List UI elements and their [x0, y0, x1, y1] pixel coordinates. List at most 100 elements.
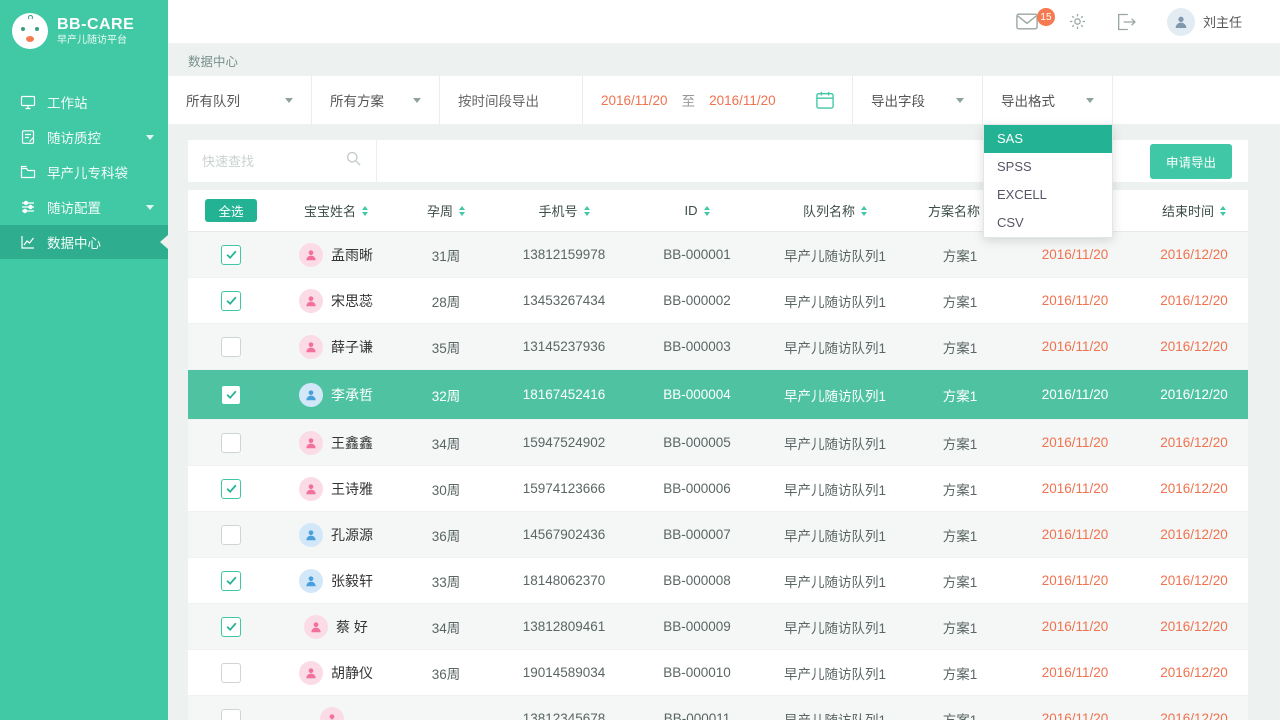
record-id: BB-000006 — [634, 481, 760, 496]
queue-select-value: 所有队列 — [186, 90, 240, 110]
row-checkbox[interactable] — [221, 337, 241, 357]
format-option-csv[interactable]: CSV — [984, 209, 1112, 237]
row-checkbox[interactable] — [221, 709, 241, 720]
row-checkbox[interactable] — [221, 479, 241, 499]
queue-name: 早产儿随访队列1 — [760, 291, 910, 311]
select-all-button[interactable]: 全选 — [205, 199, 257, 222]
phone-number: 13812345678 — [494, 711, 634, 720]
sidebar-item-label: 数据中心 — [47, 232, 101, 252]
start-date-cell: 2016/11/20 — [1010, 665, 1140, 680]
calendar-icon[interactable] — [816, 91, 834, 109]
end-date-cell: 2016/12/20 — [1140, 573, 1248, 588]
plan-name: 方案1 — [910, 525, 1010, 545]
record-id: BB-000004 — [634, 387, 760, 402]
record-id: BB-000009 — [634, 619, 760, 634]
row-checkbox[interactable] — [221, 385, 241, 405]
row-checkbox[interactable] — [221, 245, 241, 265]
column-header-baby-name[interactable]: 宝宝姓名 — [274, 201, 398, 220]
start-date-cell: 2016/11/20 — [1010, 247, 1140, 262]
end-date-cell: 2016/12/20 — [1140, 665, 1248, 680]
table-body: 孟雨晰 31周 13812159978 BB-000001 早产儿随访队列1 方… — [188, 232, 1248, 720]
sidebar-item-followup-config[interactable]: 随访配置 — [0, 190, 168, 224]
table-row[interactable]: 孔源源 36周 14567902436 BB-000007 早产儿随访队列1 方… — [188, 512, 1248, 558]
table-row[interactable]: 薛子谦 35周 13145237936 BB-000003 早产儿随访队列1 方… — [188, 324, 1248, 370]
column-header-queue[interactable]: 队列名称 — [760, 201, 910, 220]
sort-icon[interactable] — [1220, 206, 1226, 216]
column-header-phone[interactable]: 手机号 — [494, 201, 634, 220]
sort-icon[interactable] — [704, 206, 710, 216]
export-format-select[interactable]: 导出格式 — [983, 76, 1113, 124]
column-header-id[interactable]: ID — [634, 203, 760, 218]
sidebar-item-specialist-bag[interactable]: 早产儿专科袋 — [0, 155, 168, 189]
row-checkbox[interactable] — [221, 617, 241, 637]
mail-icon[interactable]: 15 — [1016, 13, 1038, 30]
table-row[interactable]: 张毅轩 33周 18148062370 BB-000008 早产儿随访队列1 方… — [188, 558, 1248, 604]
sort-icon[interactable] — [459, 206, 465, 216]
sort-icon[interactable] — [584, 206, 590, 216]
phone-number: 18167452416 — [494, 387, 634, 402]
mail-badge: 15 — [1037, 8, 1055, 26]
table-row[interactable]: 宋思蕊 28周 13453267434 BB-000002 早产儿随访队列1 方… — [188, 278, 1248, 324]
format-option-spss[interactable]: SPSS — [984, 153, 1112, 181]
format-option-sas[interactable]: SAS — [984, 125, 1112, 153]
apply-export-button[interactable]: 申请导出 — [1150, 144, 1232, 179]
gestation-weeks: 30周 — [398, 479, 494, 499]
column-header-gestation[interactable]: 孕周 — [398, 201, 494, 220]
phone-number: 13812159978 — [494, 247, 634, 262]
chevron-down-icon — [146, 205, 154, 210]
sidebar-item-workstation[interactable]: 工作站 — [0, 85, 168, 119]
baby-name: 薛子谦 — [331, 337, 373, 357]
date-range-picker[interactable]: 2016/11/20 至 2016/11/20 — [583, 76, 853, 124]
phone-number: 19014589034 — [494, 665, 634, 680]
select-all-cell: 全选 — [188, 199, 274, 222]
plan-name: 方案1 — [910, 245, 1010, 265]
table-row[interactable]: 胡静仪 36周 19014589034 BB-000010 早产儿随访队列1 方… — [188, 650, 1248, 696]
queue-name: 早产儿随访队列1 — [760, 385, 910, 405]
row-checkbox[interactable] — [221, 571, 241, 591]
end-date-cell: 2016/12/20 — [1140, 339, 1248, 354]
row-checkbox[interactable] — [221, 525, 241, 545]
format-option-excell[interactable]: EXCELL — [984, 181, 1112, 209]
table-row[interactable]: 13812345678 BB-000011 早产儿随访队列1 方案1 2016/… — [188, 696, 1248, 720]
search-icon[interactable] — [345, 150, 362, 172]
record-id: BB-000005 — [634, 435, 760, 450]
sort-icon[interactable] — [362, 206, 368, 216]
plan-name: 方案1 — [910, 663, 1010, 683]
user-avatar — [1167, 8, 1195, 36]
gear-icon[interactable] — [1068, 12, 1087, 31]
sidebar-item-label: 随访配置 — [47, 197, 101, 217]
end-date-value[interactable]: 2016/11/20 — [709, 93, 776, 108]
baby-logo-icon — [12, 13, 48, 49]
user-profile[interactable]: 刘主任 — [1167, 8, 1242, 36]
sidebar-item-label: 随访质控 — [47, 127, 101, 147]
table-row[interactable]: 王诗雅 30周 15974123666 BB-000006 早产儿随访队列1 方… — [188, 466, 1248, 512]
queue-select[interactable]: 所有队列 — [168, 76, 312, 124]
logout-icon[interactable] — [1117, 13, 1137, 31]
table-row[interactable]: 王鑫鑫 34周 15947524902 BB-000005 早产儿随访队列1 方… — [188, 420, 1248, 466]
avatar — [299, 243, 323, 267]
row-checkbox[interactable] — [221, 291, 241, 311]
plan-select[interactable]: 所有方案 — [312, 76, 440, 124]
export-fields-select[interactable]: 导出字段 — [853, 76, 983, 124]
gestation-weeks: 34周 — [398, 433, 494, 453]
sort-icon[interactable] — [861, 206, 867, 216]
column-header-end-time[interactable]: 结束时间 — [1140, 201, 1248, 220]
avatar — [304, 615, 328, 639]
start-date-value[interactable]: 2016/11/20 — [601, 93, 668, 108]
plan-name: 方案1 — [910, 433, 1010, 453]
row-checkbox[interactable] — [221, 663, 241, 683]
record-id: BB-000011 — [634, 711, 760, 720]
end-date-cell: 2016/12/20 — [1140, 711, 1248, 720]
table-row[interactable]: 孟雨晰 31周 13812159978 BB-000001 早产儿随访队列1 方… — [188, 232, 1248, 278]
sidebar-item-data-center[interactable]: 数据中心 — [0, 225, 168, 259]
avatar — [299, 431, 323, 455]
avatar — [299, 477, 323, 501]
search-input[interactable] — [202, 154, 327, 169]
baby-name: 张毅轩 — [331, 571, 373, 591]
sidebar-item-followup-qc[interactable]: 随访质控 — [0, 120, 168, 154]
row-checkbox[interactable] — [221, 433, 241, 453]
table-row[interactable]: 蔡 好 34周 13812809461 BB-000009 早产儿随访队列1 方… — [188, 604, 1248, 650]
export-format-value: 导出格式 — [1001, 90, 1055, 110]
plan-name: 方案1 — [910, 385, 1010, 405]
table-row[interactable]: 李承哲 32周 18167452416 BB-000004 早产儿随访队列1 方… — [188, 370, 1248, 420]
